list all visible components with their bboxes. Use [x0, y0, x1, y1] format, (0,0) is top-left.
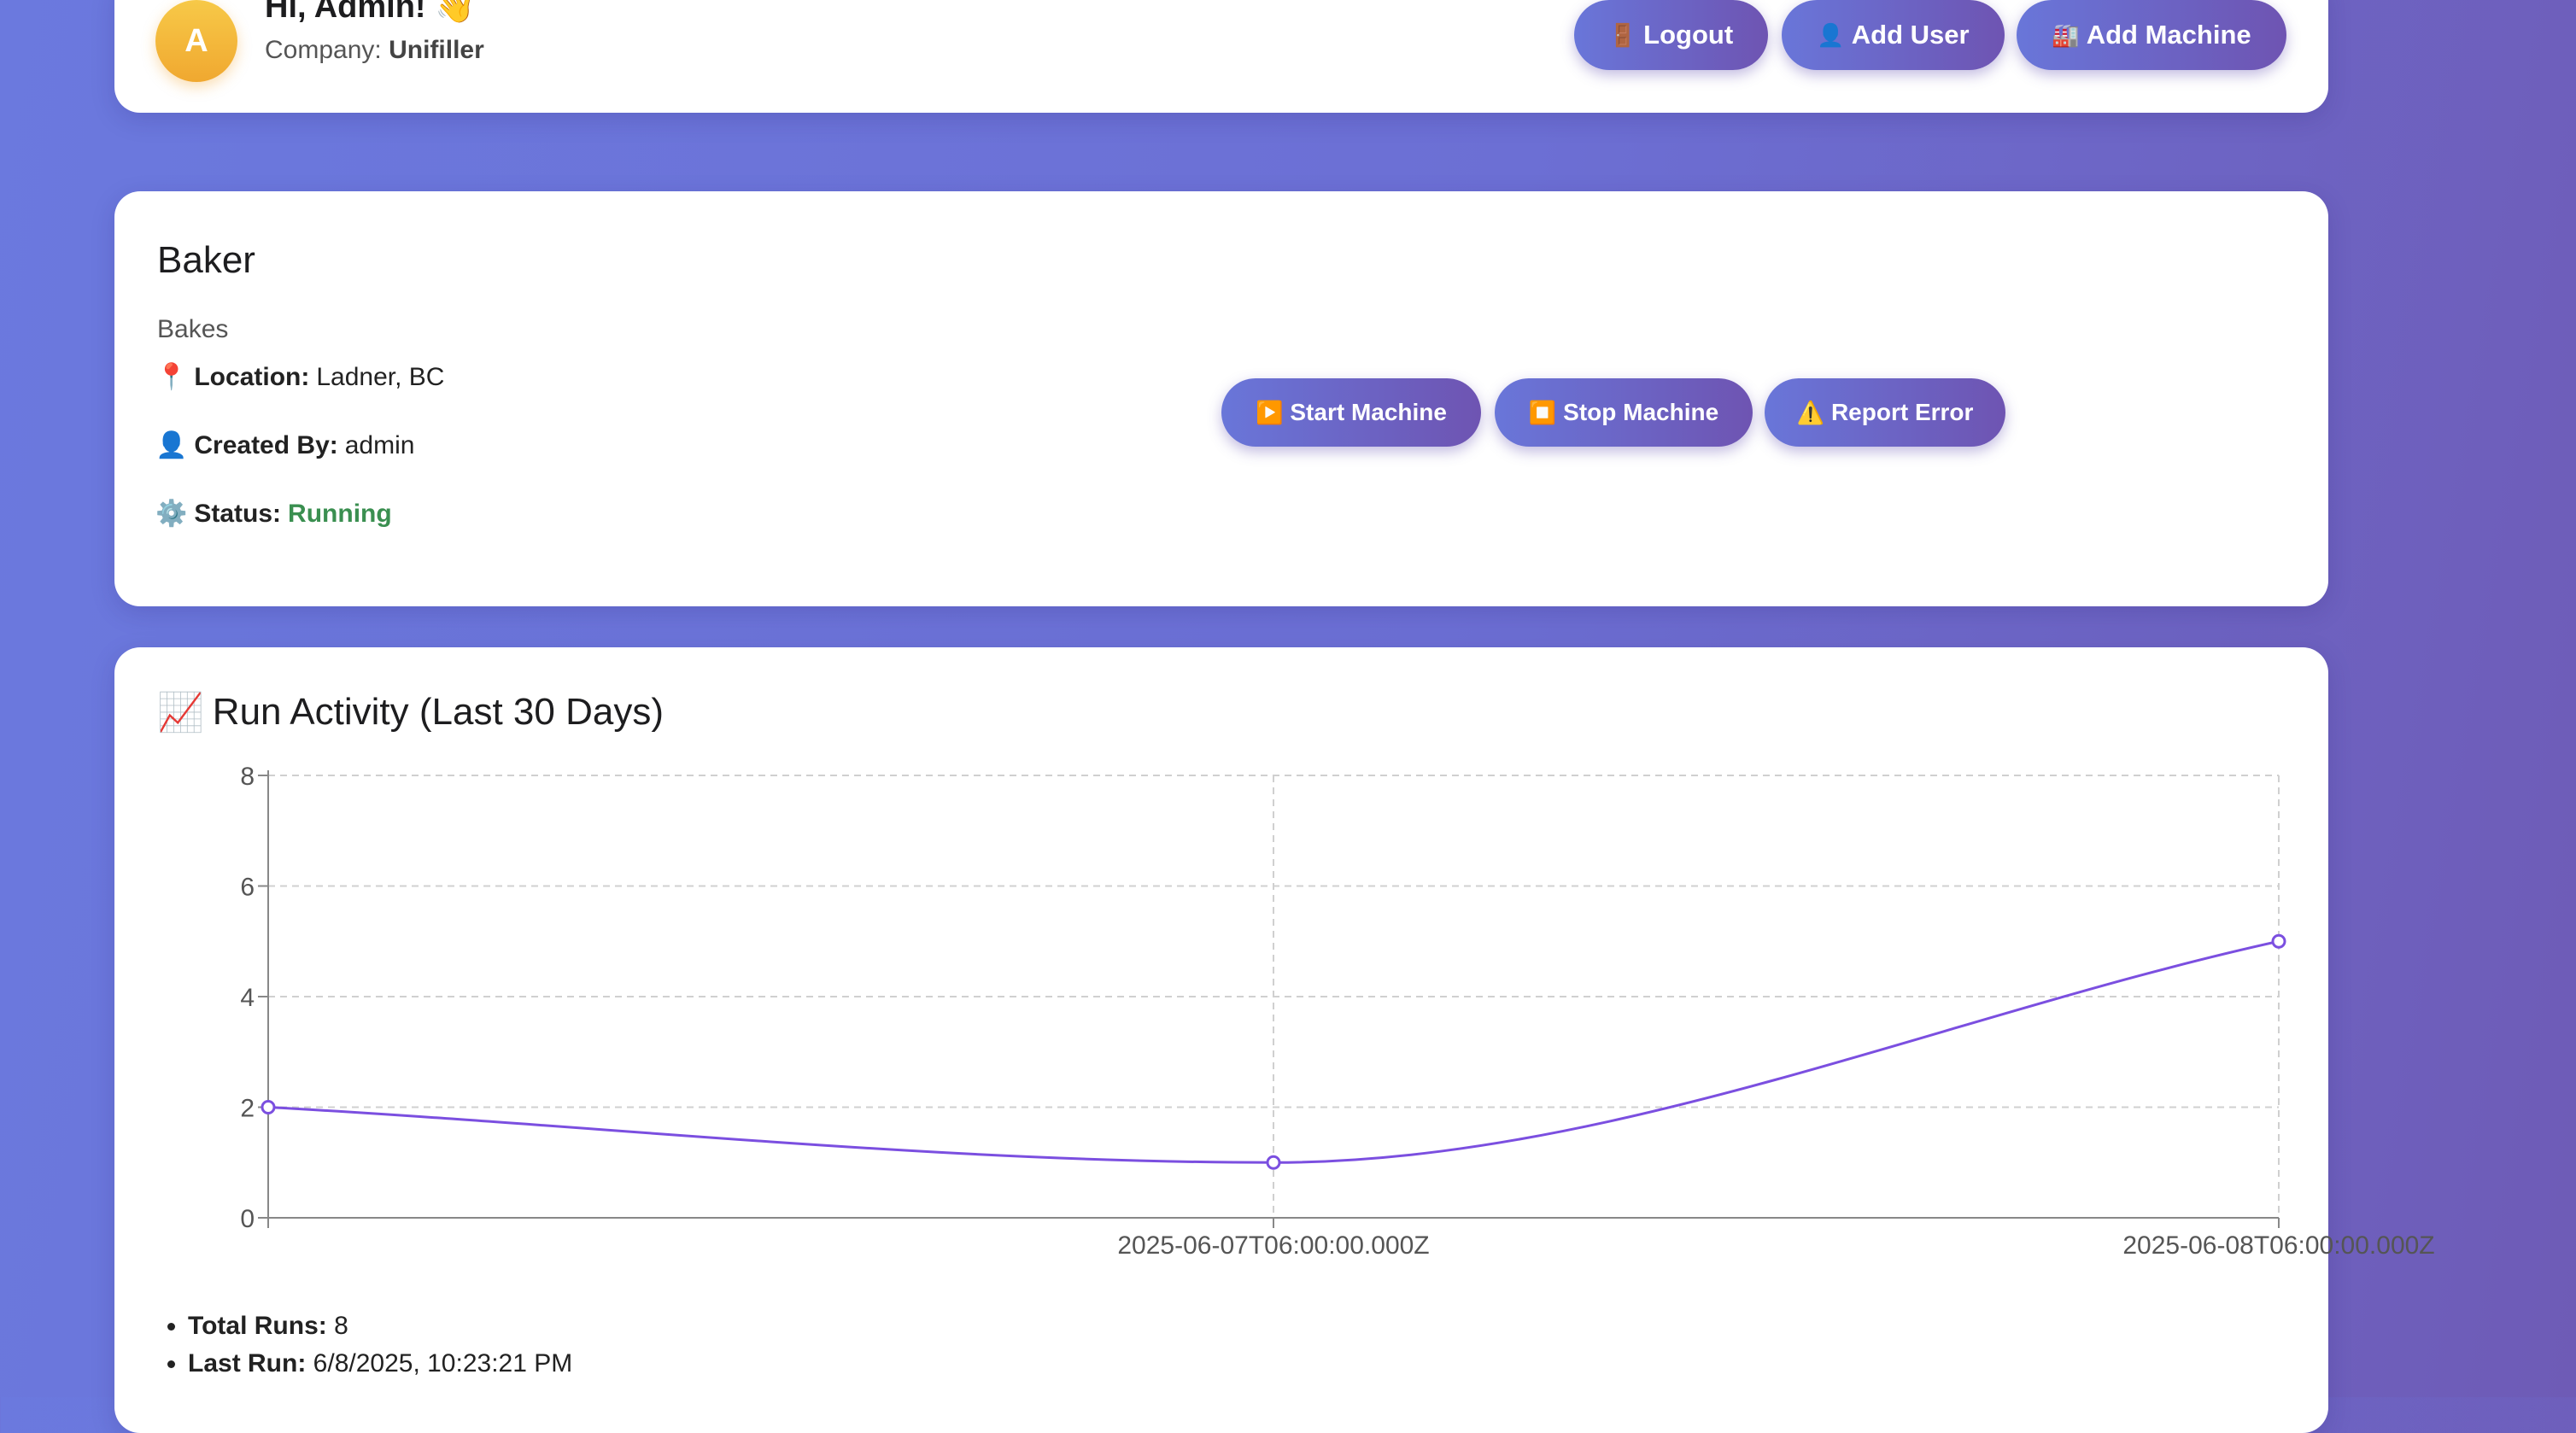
location-value: Ladner, BC: [316, 362, 445, 391]
total-runs-item: Total Runs: 8: [188, 1312, 572, 1341]
created-by-line: 👤 Created By: admin: [155, 430, 414, 460]
data-point: [261, 1100, 276, 1114]
add-machine-label: Add Machine: [2086, 20, 2251, 50]
company-name: Unifiller: [389, 36, 484, 64]
x-tick-label: 2025-06-08T06:00:00.000Z: [2122, 1231, 2434, 1260]
total-runs-value: 8: [334, 1312, 348, 1340]
y-tick-label: 2: [240, 1095, 255, 1123]
start-machine-label: Start Machine: [1290, 399, 1447, 425]
avatar-letter: A: [184, 22, 208, 59]
add-user-label: Add User: [1851, 20, 1970, 50]
data-point: [2271, 933, 2286, 949]
machine-card: Baker Bakes 📍 Location: Ladner, BC 👤 Cre…: [114, 191, 2328, 606]
play-icon: ▶️: [1256, 399, 1284, 425]
machine-name: Baker: [157, 239, 255, 281]
user-icon: 👤: [1817, 21, 1845, 48]
last-run-label: Last Run:: [188, 1349, 307, 1377]
warning-icon: ⚠️: [1796, 399, 1824, 425]
gear-icon: ⚙️: [155, 500, 188, 528]
created-by-label: Created By:: [194, 430, 338, 459]
logout-label: Logout: [1643, 20, 1734, 50]
factory-icon: 🏭: [2052, 21, 2080, 48]
data-point: [1266, 1155, 1281, 1170]
location-line: 📍 Location: Ladner, BC: [155, 362, 444, 392]
run-activity-chart: 0 2 4 6 8 2025-06-07T06:00:00.000Z 2025-06-08T…: [240, 763, 2434, 1260]
status-line: ⚙️ Status: Running: [155, 499, 392, 529]
activity-summary: Total Runs: 8 Last Run: 6/8/2025, 10:23:…: [188, 1312, 572, 1387]
company-label: Company:: [265, 36, 382, 64]
machine-description: Bakes: [157, 315, 229, 343]
avatar: A: [155, 0, 237, 82]
y-tick-label: 0: [240, 1205, 255, 1233]
status-label: Status:: [194, 499, 282, 528]
created-by-value: admin: [344, 430, 415, 459]
pin-icon: 📍: [155, 363, 188, 391]
total-runs-label: Total Runs:: [188, 1312, 327, 1340]
stop-machine-label: Stop Machine: [1563, 399, 1719, 425]
location-label: Location:: [194, 362, 310, 391]
status-value: Running: [288, 499, 392, 528]
add-machine-button[interactable]: 🏭 Add Machine: [2017, 0, 2286, 70]
last-run-item: Last Run: 6/8/2025, 10:23:21 PM: [188, 1349, 572, 1378]
x-tick-label: 2025-06-07T06:00:00.000Z: [1117, 1231, 1429, 1260]
greeting: Hi, Admin! 👋: [265, 0, 476, 25]
y-tick-label: 8: [240, 763, 255, 791]
logout-button[interactable]: 🚪 Logout: [1574, 0, 1768, 70]
activity-card: 📈 Run Activity (Last 30 Days) 0 2 4 6 8 2025-…: [114, 647, 2435, 1433]
user-icon: 👤: [155, 431, 188, 459]
start-machine-button[interactable]: ▶️ Start Machine: [1221, 378, 1481, 447]
report-error-label: Report Error: [1830, 399, 1974, 425]
add-user-button[interactable]: 👤 Add User: [1782, 0, 2005, 70]
y-tick-label: 4: [240, 984, 255, 1012]
stop-machine-button[interactable]: ⏹️ Stop Machine: [1495, 378, 1753, 447]
stop-icon: ⏹️: [1528, 399, 1557, 425]
company-line: Company: Unifiller: [265, 36, 484, 65]
last-run-value: 6/8/2025, 10:23:21 PM: [313, 1349, 573, 1377]
y-tick-label: 6: [240, 874, 255, 902]
door-icon: 🚪: [1608, 21, 1637, 48]
header-card: A Hi, Admin! 👋 Company: Unifiller 🚪 Logo…: [114, 0, 2328, 113]
report-error-button[interactable]: ⚠️ Report Error: [1765, 378, 2005, 447]
